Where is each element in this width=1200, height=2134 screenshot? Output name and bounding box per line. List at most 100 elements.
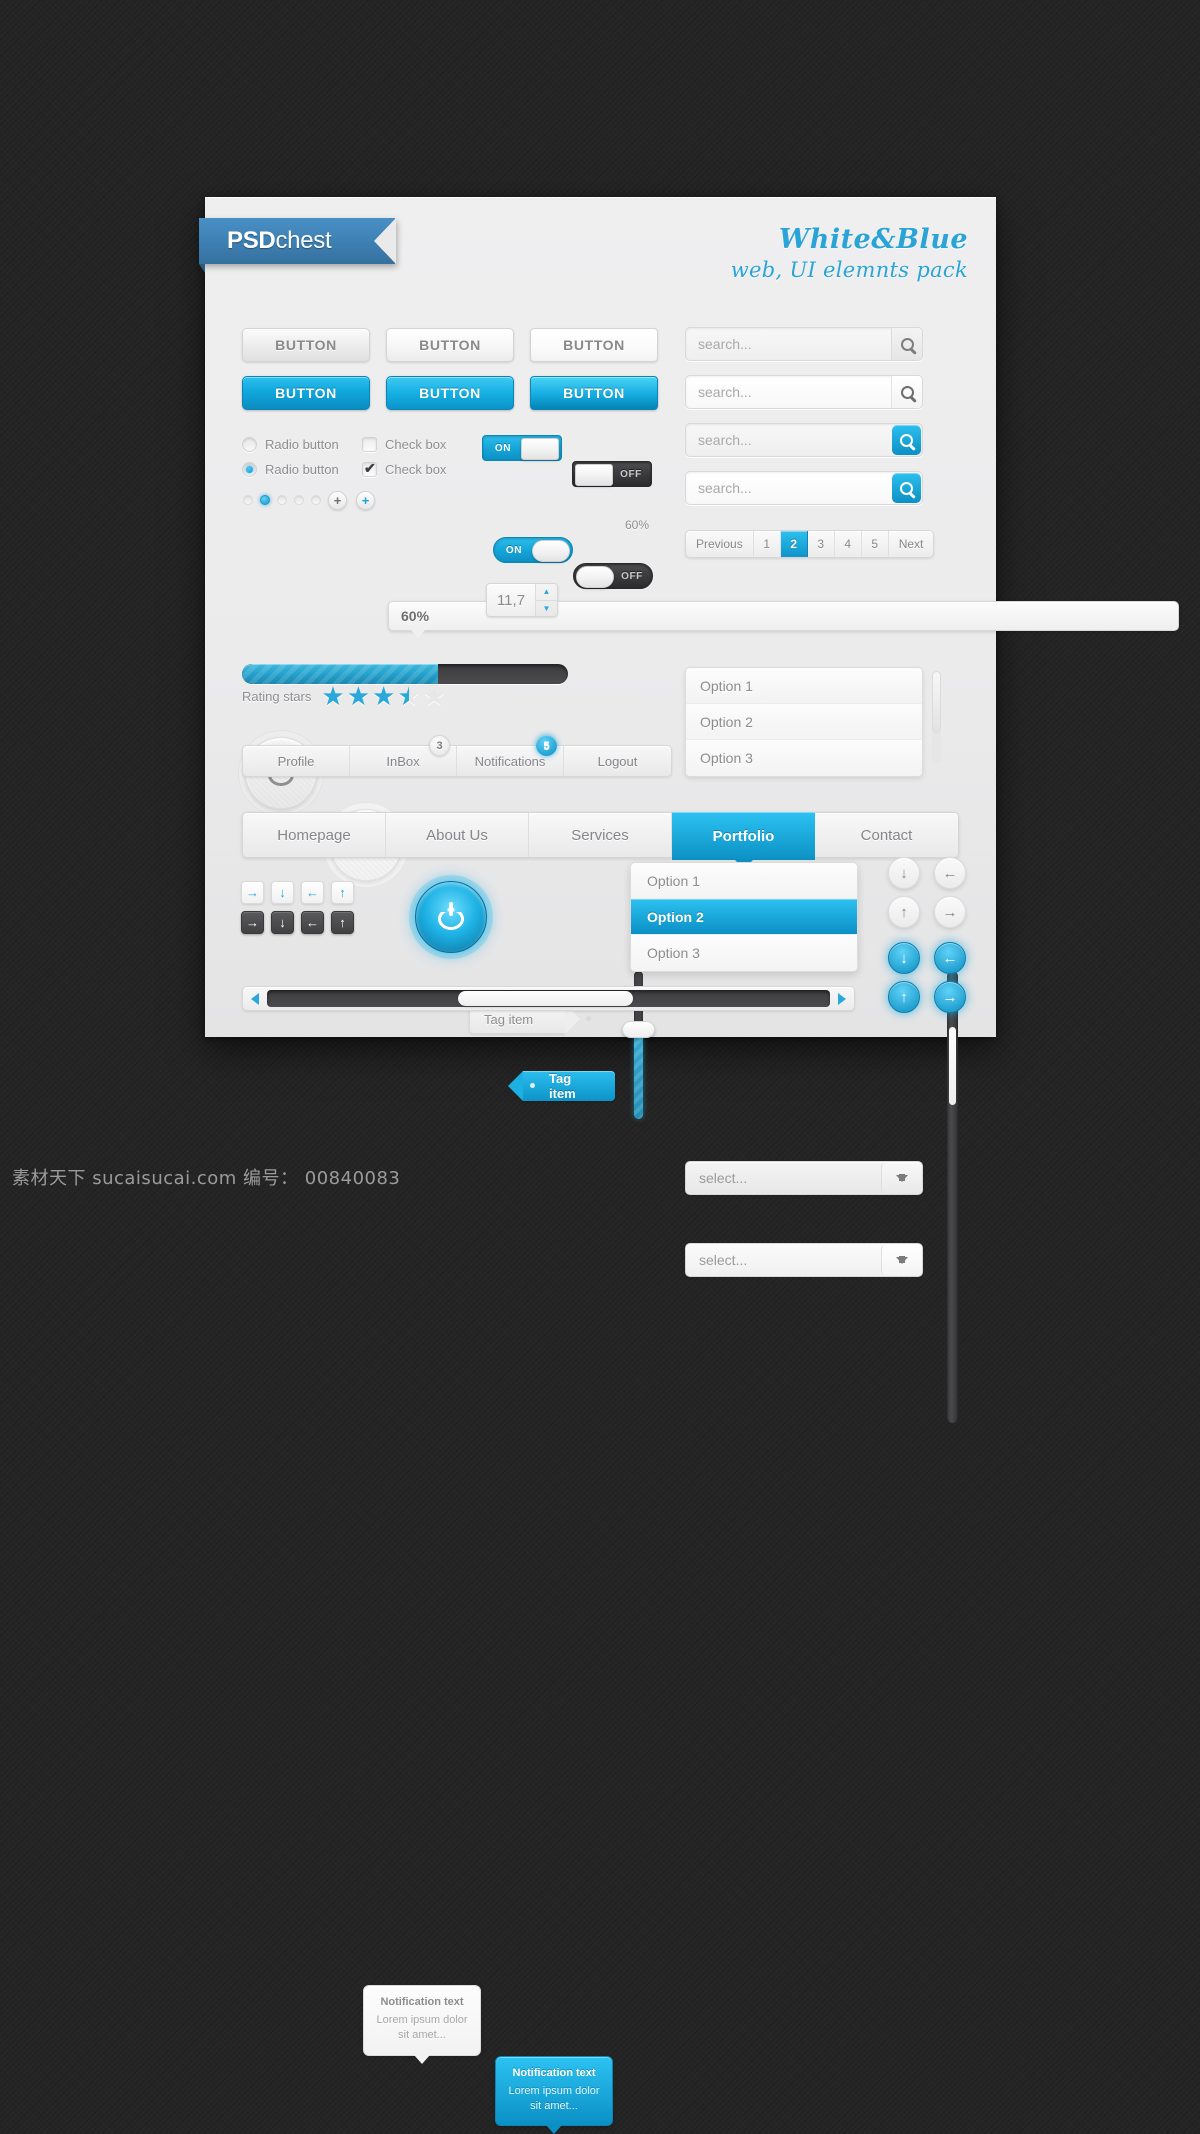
plus-button-blue[interactable]: +	[356, 491, 375, 510]
tab-notifications[interactable]: Notifications 5	[457, 735, 564, 776]
search-box-2[interactable]	[685, 375, 923, 409]
tag-item-blue[interactable]: Tag item	[508, 1071, 615, 1101]
pagination-next[interactable]: Next	[889, 531, 934, 557]
circle-arrow-up-grey[interactable]: ↑	[888, 896, 920, 928]
option-list-scrollbar[interactable]	[932, 671, 941, 763]
toggle-round-off[interactable]: OFF	[573, 563, 653, 589]
toggle-square-on[interactable]: ON	[482, 435, 562, 461]
pagination-page-4[interactable]: 4	[835, 531, 862, 557]
nav-dropdown-option-1[interactable]: Option 1	[631, 863, 857, 899]
nav-item-contact[interactable]: Contact	[815, 813, 958, 857]
search-button-blue-1[interactable]	[892, 425, 921, 455]
pagination[interactable]: Previous 1 2 3 4 5 Next	[685, 530, 935, 558]
spinner-value[interactable]: 11,7	[487, 584, 535, 616]
spinner-down-icon[interactable]: ▼	[536, 601, 557, 617]
radio-checked-icon[interactable]	[242, 462, 257, 477]
dot-3[interactable]	[277, 495, 287, 505]
arrow-left-button-white[interactable]: ←	[301, 881, 324, 904]
star-1[interactable]: ★ ★	[321, 683, 344, 709]
circle-arrow-down-grey[interactable]: ↓	[888, 857, 920, 889]
scroll-right-button[interactable]	[834, 990, 850, 1007]
nav-dropdown-option-3[interactable]: Option 3	[631, 935, 857, 971]
search-input-2[interactable]	[686, 376, 891, 408]
pagination-page-1[interactable]: 1	[754, 531, 781, 557]
dot-pagination[interactable]	[243, 495, 321, 505]
star-3[interactable]: ★ ★	[372, 683, 395, 709]
nav-item-services[interactable]: Services	[529, 813, 672, 857]
grey-button-2[interactable]: BUTTON	[386, 328, 514, 362]
pagination-previous[interactable]: Previous	[686, 531, 754, 557]
dot-5[interactable]	[311, 495, 321, 505]
search-box-1[interactable]	[685, 327, 923, 361]
tab-logout[interactable]: Logout	[564, 746, 671, 776]
vertical-slider-handle[interactable]	[622, 1021, 655, 1039]
option-list-item-3[interactable]: Option 3	[686, 740, 922, 776]
toggle-square-off[interactable]: OFF	[572, 461, 652, 487]
spinner-arrows[interactable]: ▲ ▼	[535, 584, 557, 616]
pagination-page-5[interactable]: 5	[862, 531, 889, 557]
search-button-blue-2[interactable]	[892, 473, 921, 503]
nav-dropdown-menu[interactable]: Option 1 Option 2 Option 3	[630, 862, 858, 972]
arrow-down-button-dark[interactable]: ↓	[271, 911, 294, 934]
toggle-round-off-knob[interactable]	[576, 566, 614, 588]
select-1-arrow[interactable]	[881, 1163, 921, 1193]
search-input-1[interactable]	[686, 328, 891, 360]
dot-1[interactable]	[243, 495, 253, 505]
search-input-3[interactable]	[686, 424, 891, 456]
tab-inbox[interactable]: InBox 3	[350, 735, 457, 776]
select-box-2[interactable]: select...	[685, 1243, 923, 1277]
search-button-grey-2[interactable]	[891, 376, 922, 408]
horizontal-scrollbar[interactable]	[242, 986, 855, 1011]
option-list-item-1[interactable]: Option 1	[686, 668, 922, 704]
arrow-right-button-dark[interactable]: →	[241, 911, 264, 934]
horizontal-scroll-thumb[interactable]	[458, 991, 633, 1006]
grey-button-3[interactable]: BUTTON	[530, 328, 658, 362]
search-input-4[interactable]	[686, 472, 891, 504]
nav-item-about-us[interactable]: About Us	[386, 813, 529, 857]
search-box-3[interactable]	[685, 423, 923, 457]
rating-stars[interactable]: Rating stars ★★★★★★★★★★	[242, 683, 446, 709]
nav-item-homepage[interactable]: Homepage	[243, 813, 386, 857]
option-list-item-2[interactable]: Option 2	[686, 704, 922, 740]
blue-button-3[interactable]: BUTTON	[530, 376, 658, 410]
star-2[interactable]: ★ ★	[347, 683, 370, 709]
circle-arrow-up-blue[interactable]: ↑	[888, 981, 920, 1013]
blue-button-2[interactable]: BUTTON	[386, 376, 514, 410]
pagination-page-3[interactable]: 3	[808, 531, 835, 557]
arrow-right-button-white[interactable]: →	[241, 881, 264, 904]
arrow-up-button-white[interactable]: ↑	[331, 881, 354, 904]
checkbox-checked-icon[interactable]	[362, 460, 377, 477]
number-spinner[interactable]: 11,7 ▲ ▼	[486, 583, 558, 617]
circle-arrow-down-blue[interactable]: ↓	[888, 942, 920, 974]
grey-button-1[interactable]: BUTTON	[242, 328, 370, 362]
power-button-blue[interactable]	[415, 881, 487, 953]
star-4[interactable]: ★★	[397, 683, 420, 709]
pagination-page-2-active[interactable]: 2	[780, 531, 808, 557]
star-row[interactable]: ★★★★★★★★★★	[321, 683, 446, 709]
plus-button-grey[interactable]: +	[328, 491, 347, 510]
tab-profile[interactable]: Profile	[243, 746, 350, 776]
vertical-scrollbar-thumb[interactable]	[949, 1027, 956, 1105]
radio-unchecked-row[interactable]: Radio button	[242, 437, 339, 452]
option-list-scroll-thumb[interactable]	[932, 671, 941, 733]
select-2-arrow[interactable]	[881, 1245, 921, 1275]
scroll-left-button[interactable]	[247, 990, 263, 1007]
main-navigation[interactable]: Homepage About Us Services Portfolio Con…	[242, 812, 959, 869]
circle-arrow-left-blue[interactable]: ←	[934, 942, 966, 974]
arrow-down-button-white[interactable]: ↓	[271, 881, 294, 904]
radio-unchecked-icon[interactable]	[242, 437, 257, 452]
account-tabs[interactable]: Profile InBox 3 Notifications 5 Logout	[242, 735, 672, 777]
checkbox-unchecked-row[interactable]: Check box	[362, 437, 446, 452]
toggle-round-on[interactable]: ON	[493, 537, 573, 563]
blue-button-1[interactable]: BUTTON	[242, 376, 370, 410]
search-box-4[interactable]	[685, 471, 923, 505]
horizontal-scroll-track[interactable]	[267, 990, 830, 1007]
search-button-grey-1[interactable]	[891, 328, 922, 360]
toggle-square-off-knob[interactable]	[575, 464, 613, 486]
nav-dropdown-option-2-active[interactable]: Option 2	[631, 899, 857, 935]
nav-item-portfolio-active[interactable]: Portfolio	[672, 812, 815, 869]
select-box-1[interactable]: select...	[685, 1161, 923, 1195]
checkbox-unchecked-icon[interactable]	[362, 437, 377, 452]
circle-arrow-right-blue[interactable]: →	[934, 981, 966, 1013]
circle-arrow-left-grey[interactable]: ←	[934, 857, 966, 889]
